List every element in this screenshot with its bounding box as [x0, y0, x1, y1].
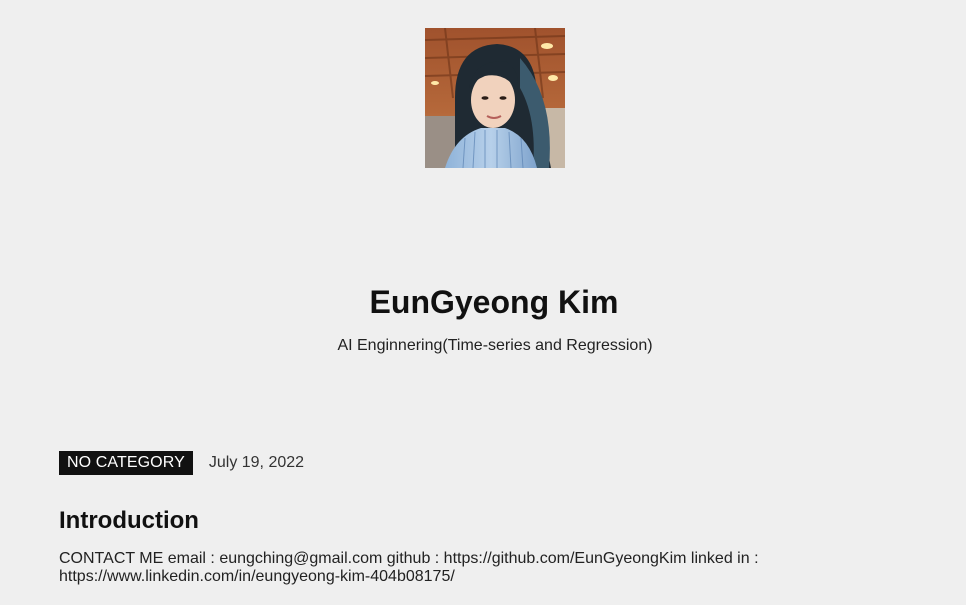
profile-avatar-link[interactable] [425, 28, 565, 168]
post-date[interactable]: July 19, 2022 [209, 451, 304, 475]
post-excerpt: CONTACT ME email : eungching@gmail.com g… [59, 550, 759, 585]
site-tagline: AI Enginnering(Time-series and Regressio… [337, 337, 653, 354]
category-badge[interactable]: NO CATEGORY [59, 451, 193, 475]
site-title[interactable]: EunGyeong Kim [0, 282, 966, 322]
post-title[interactable]: Introduction [59, 506, 199, 536]
post-meta: NO CATEGORY July 19, 2022 [59, 451, 304, 475]
profile-avatar [425, 28, 565, 168]
page: EunGyeong Kim AI Enginnering(Time-series… [0, 0, 966, 605]
